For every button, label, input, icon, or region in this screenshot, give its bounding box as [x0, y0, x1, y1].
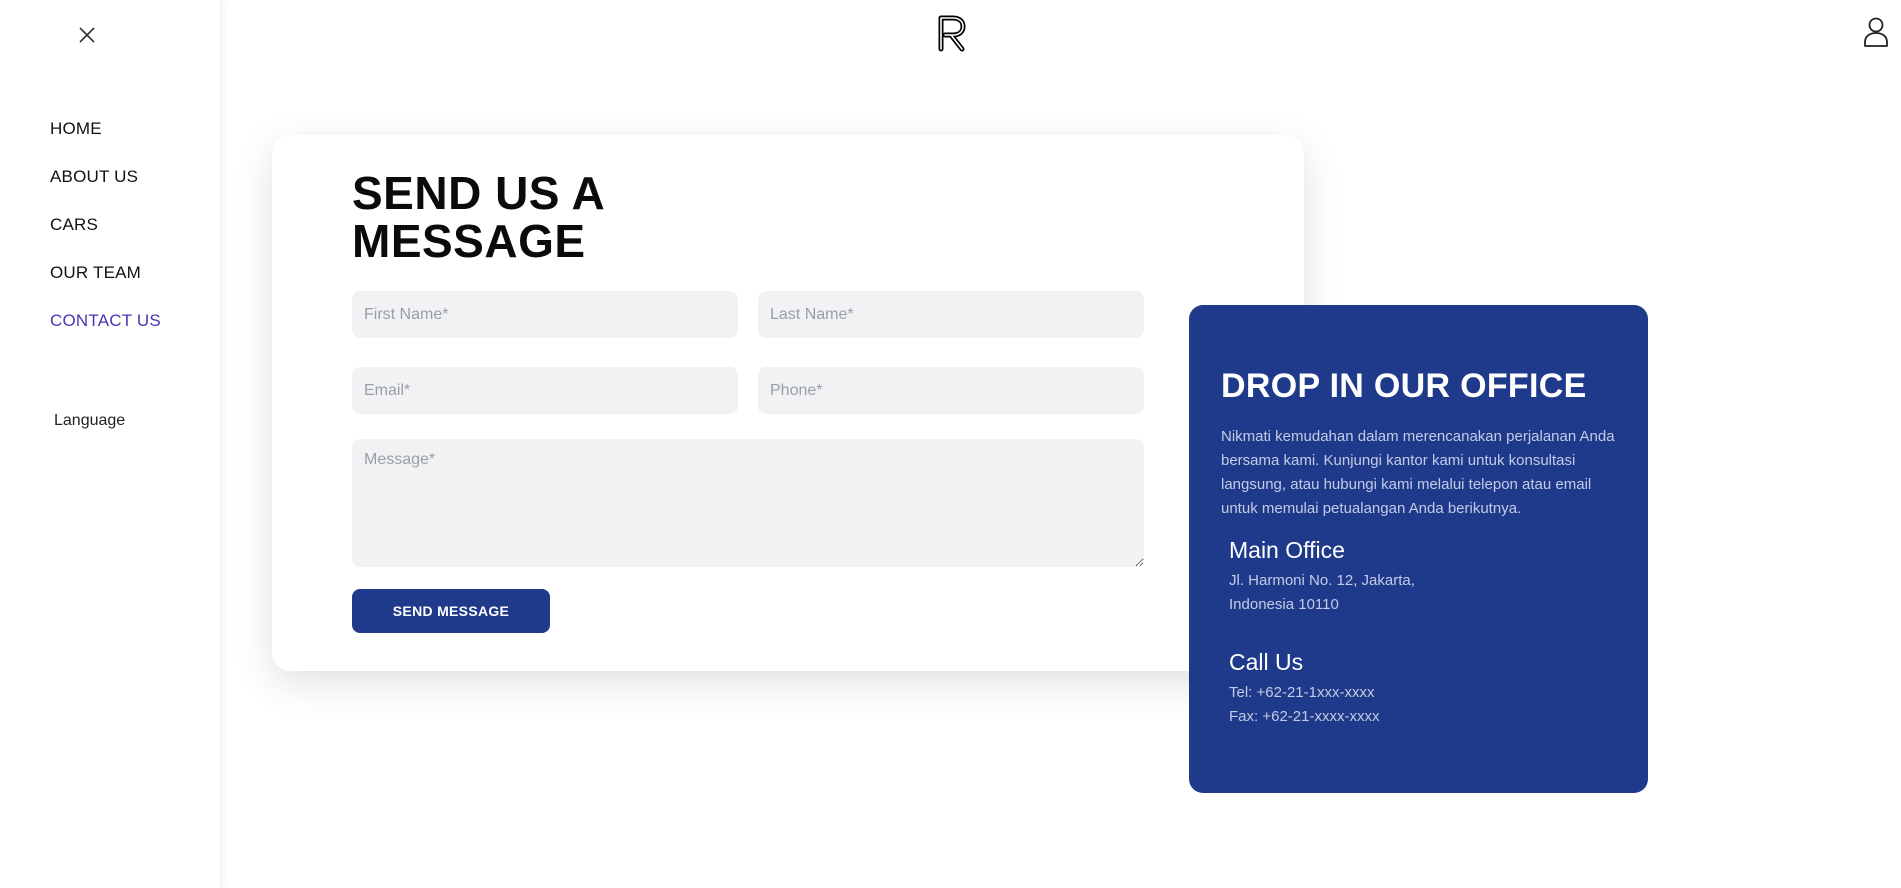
send-message-button[interactable]: SEND MESSAGE [352, 589, 550, 633]
r-logo-icon[interactable] [936, 14, 968, 52]
phone-input[interactable] [758, 367, 1144, 414]
address-line-2: Indonesia 10110 [1229, 596, 1339, 613]
sidebar-nav: HOME ABOUT US CARS OUR TEAM CONTACT US [50, 115, 161, 355]
nav-item-home[interactable]: HOME [50, 115, 161, 163]
fax-number: Fax: +62-21-xxxx-xxxx [1229, 708, 1380, 725]
tel-number: Tel: +62-21-1xxx-xxxx [1229, 684, 1375, 701]
office-info-card: DROP IN OUR OFFICE Nikmati kemudahan dal… [1189, 305, 1648, 793]
nav-item-our-team[interactable]: OUR TEAM [50, 259, 161, 307]
main-office-heading: Main Office [1229, 537, 1345, 563]
email-input[interactable] [352, 367, 738, 414]
address-line-1: Jl. Harmoni No. 12, Jakarta, [1229, 572, 1415, 589]
call-us-heading: Call Us [1229, 649, 1304, 675]
form-title-line1: SEND US A [352, 167, 606, 219]
nav-item-cars[interactable]: CARS [50, 211, 161, 259]
office-description: Nikmati kemudahan dalam merencanakan per… [1221, 428, 1615, 517]
close-icon[interactable] [76, 24, 98, 46]
form-title: SEND US A MESSAGE [352, 169, 605, 265]
form-title-line2: MESSAGE [352, 215, 586, 267]
first-name-input[interactable] [352, 291, 738, 338]
message-textarea[interactable] [352, 439, 1144, 567]
user-icon[interactable] [1862, 16, 1890, 48]
office-title: DROP IN OUR OFFICE [1221, 367, 1587, 405]
last-name-input[interactable] [758, 291, 1144, 338]
nav-item-contact-us[interactable]: CONTACT US [50, 307, 161, 355]
nav-item-about-us[interactable]: ABOUT US [50, 163, 161, 211]
language-selector[interactable]: Language [54, 412, 125, 430]
contact-form-card: SEND US A MESSAGE SEND MESSAGE [272, 135, 1304, 671]
sidebar: HOME ABOUT US CARS OUR TEAM CONTACT US L… [0, 0, 221, 888]
